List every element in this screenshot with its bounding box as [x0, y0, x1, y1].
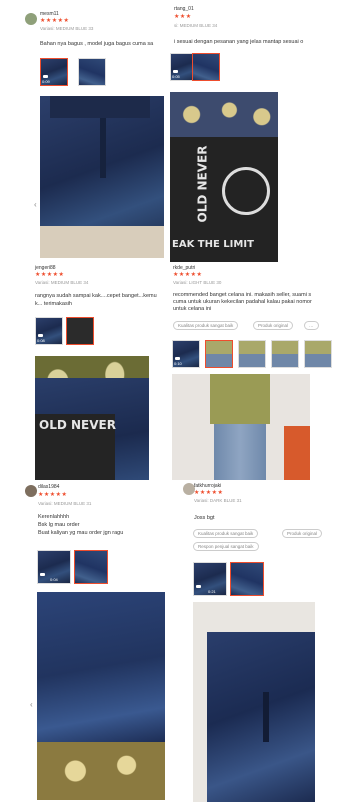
variant-label: si: MEDIUM BLUE 34	[174, 23, 218, 28]
video-thumbnail[interactable]: 0:09	[40, 58, 68, 86]
floor-strip	[40, 226, 164, 258]
username[interactable]: jengeri88	[35, 265, 56, 271]
jeans-front	[207, 632, 315, 802]
shirt-print-text: OLD NEVER	[39, 418, 116, 432]
review-card: fatkhurrojaki ★★★★★ Variasi: DARK BLUE 3…	[170, 480, 350, 810]
jeans-zipper	[263, 692, 269, 742]
review-text: Joss bgt	[194, 515, 215, 521]
image-thumbnail[interactable]	[66, 317, 94, 345]
username[interactable]: fatkhurrojaki	[194, 483, 221, 489]
variant-label: Variasi: MEDIUM BLUE 34	[35, 280, 89, 285]
username[interactable]: rtang_01	[174, 6, 194, 12]
variant-label: Variasi: MEDIUM BLUE 33	[40, 26, 94, 31]
video-thumbnail[interactable]: 0:04	[37, 550, 71, 584]
review-text: i sesuai dengan pesanan yang jelas manta…	[174, 39, 304, 45]
rating-stars: ★★★★★	[194, 490, 224, 496]
video-camera-icon	[196, 585, 201, 588]
video-thumbnail[interactable]: 0:08	[35, 317, 63, 345]
variant-label: Variasi: LIGHT BLUE 30	[173, 280, 222, 285]
rating-stars: ★★★★★	[40, 18, 70, 24]
image-thumbnail[interactable]	[230, 562, 264, 596]
sofa-cushion	[37, 742, 165, 800]
review-card: jengeri88 ★★★★★ Variasi: MEDIUM BLUE 34 …	[0, 262, 170, 480]
review-tag-chip: Respon penjual sangat baik	[193, 542, 259, 551]
shirt-print-text: OLD NEVER	[195, 145, 210, 223]
review-text-line: untuk celana ini	[173, 306, 212, 312]
image-thumbnail[interactable]	[205, 340, 233, 368]
video-camera-icon	[40, 573, 45, 576]
rating-stars: ★★★★★	[35, 272, 65, 278]
image-thumbnail[interactable]	[74, 550, 108, 584]
shirt-print-text: EAK THE LIMIT	[172, 239, 254, 250]
jeans-leg	[37, 592, 165, 742]
media-viewer-image	[37, 592, 165, 800]
image-thumbnail[interactable]	[78, 58, 106, 86]
shirt-print: OLD NEVER EAK THE LIMIT	[170, 137, 278, 262]
review-tag-chip: Kualitas produk sangat baik	[173, 321, 239, 330]
review-card: rtang_01 ★★★ si: MEDIUM BLUE 34 i sesuai…	[170, 0, 350, 262]
avatar[interactable]	[25, 485, 37, 497]
video-duration: 0:09	[42, 79, 50, 84]
review-tag-chip: Produk original	[282, 529, 323, 538]
review-tag-chip: …	[304, 321, 319, 330]
username[interactable]: dilas1984	[38, 484, 59, 490]
review-text-line: Kerenlahhhh	[38, 514, 70, 520]
prev-arrow-icon[interactable]: ‹	[34, 200, 37, 209]
video-thumbnail[interactable]: 0:21	[193, 562, 227, 596]
jeans-waistband	[50, 96, 150, 118]
video-camera-icon	[173, 70, 178, 73]
review-card: mesm11 ★★★★★ Variasi: MEDIUM BLUE 33 Bah…	[0, 0, 170, 262]
image-thumbnail[interactable]	[304, 340, 332, 368]
media-viewer-image: OLD NEVER EAK THE LIMIT	[170, 92, 278, 262]
username[interactable]: mesm11	[40, 11, 59, 17]
image-thumbnail[interactable]	[192, 53, 220, 81]
review-text: Bahan nya bagus , model juga bagus cuma …	[40, 41, 154, 47]
jeans-zipper	[100, 118, 106, 178]
shirt	[210, 374, 270, 424]
video-duration: 0:10	[174, 361, 182, 366]
review-text-line: Buat kaliyan yg mau order jgn ragu	[38, 530, 124, 536]
username[interactable]: rkde_putri	[173, 265, 195, 271]
video-duration: 0:08	[37, 338, 45, 343]
review-text-line: Bsk lg mau order	[38, 522, 80, 528]
rating-stars: ★★★	[174, 14, 192, 20]
video-thumbnail[interactable]: 0:10	[172, 340, 200, 368]
rating-stars: ★★★★★	[173, 272, 203, 278]
review-text-line: rangnya sudah sampai kak....cepet banget…	[35, 293, 157, 299]
review-text-line: k... terimakasih	[35, 301, 72, 307]
image-thumbnail[interactable]	[238, 340, 266, 368]
video-duration: 0:21	[208, 589, 216, 594]
review-tag-chip: Produk original	[253, 321, 294, 330]
video-camera-icon	[43, 75, 48, 78]
video-duration: 0:04	[50, 577, 58, 582]
image-thumbnail[interactable]	[271, 340, 299, 368]
video-duration: 0:05	[172, 74, 180, 79]
shirt-print: OLD NEVER	[35, 414, 116, 480]
media-viewer-image	[172, 374, 310, 480]
media-viewer-image	[193, 602, 315, 802]
jeans	[214, 424, 266, 480]
video-camera-icon	[38, 334, 43, 337]
variant-label: Variasi: DARK BLUE 31	[194, 498, 242, 503]
review-card: rkde_putri ★★★★★ Variasi: LIGHT BLUE 30 …	[170, 262, 350, 480]
video-camera-icon	[175, 357, 180, 360]
rating-stars: ★★★★★	[38, 492, 68, 498]
media-viewer-image	[40, 96, 164, 258]
review-card: dilas1984 ★★★★★ Variasi: MEDIUM BLUE 31 …	[0, 480, 170, 810]
avatar[interactable]	[25, 13, 37, 25]
prev-arrow-icon[interactable]: ‹	[30, 700, 33, 709]
media-viewer-image: OLD NEVER	[35, 356, 149, 480]
shirt-emblem	[222, 167, 270, 215]
crate	[284, 426, 310, 480]
pillow-pattern	[170, 92, 278, 137]
variant-label: Variasi: MEDIUM BLUE 31	[38, 501, 92, 506]
review-tag-chip: Kualitas produk sangat baik	[193, 529, 259, 538]
